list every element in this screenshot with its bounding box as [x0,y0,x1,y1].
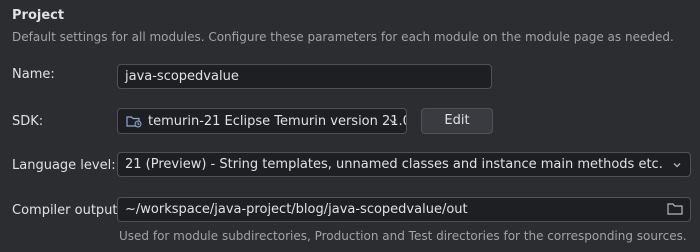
chevron-down-icon [389,119,397,124]
compiler-output-field[interactable]: ~/workspace/java-project/blog/java-scope… [117,197,691,222]
language-level-dropdown[interactable]: 21 (Preview) - String templates, unnamed… [117,152,691,177]
edit-sdk-button[interactable]: Edit [421,108,493,134]
name-label: Name: [12,67,55,82]
chevron-down-icon [673,162,681,167]
compiler-output-hint: Used for module subdirectories, Producti… [119,229,687,243]
browse-folder-icon[interactable] [667,202,683,216]
language-level-label: Language level: [12,158,116,173]
section-description: Default settings for all modules. Config… [12,30,674,44]
sdk-label: SDK: [12,114,44,129]
section-title: Project [12,8,65,23]
compiler-output-label: Compiler output: [12,203,122,218]
sdk-folder-icon [126,114,142,128]
language-level-selected-value: 21 (Preview) - String templates, unnamed… [125,157,663,172]
name-field[interactable]: java-scopedvalue [117,64,492,89]
sdk-selected-value: temurin-21 Eclipse Temurin version 21.0. [148,113,407,129]
sdk-dropdown[interactable]: temurin-21 Eclipse Temurin version 21.0. [117,108,407,134]
